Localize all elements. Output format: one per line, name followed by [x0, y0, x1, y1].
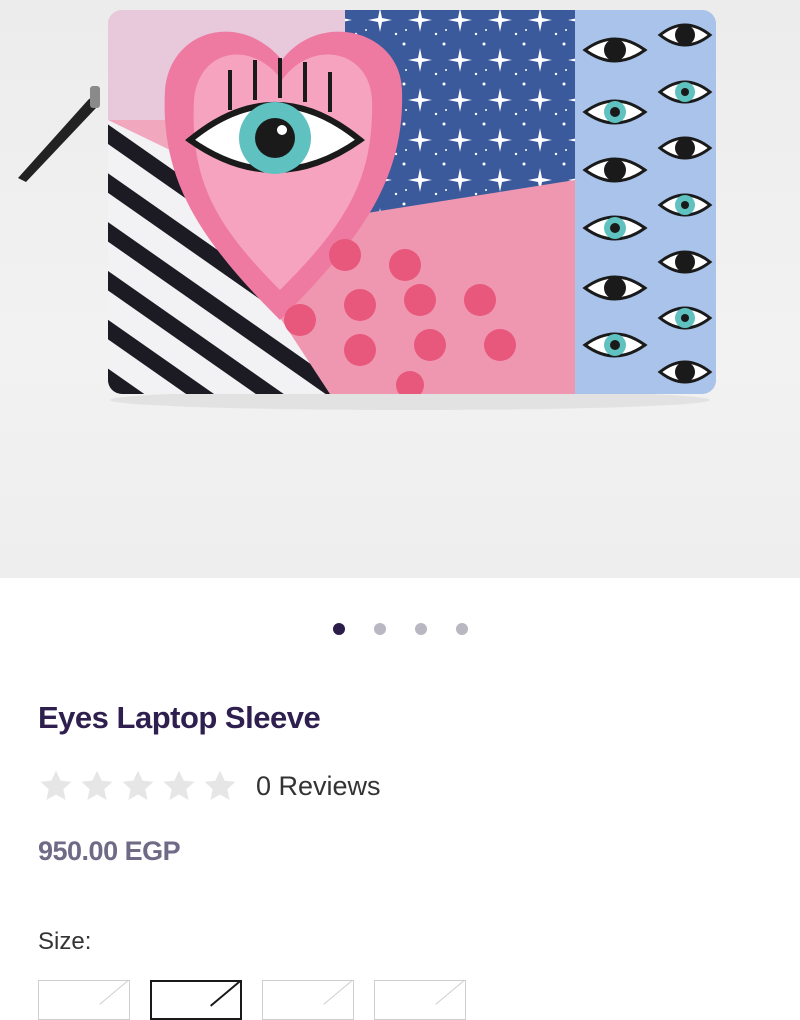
- size-option-4[interactable]: [374, 980, 466, 1020]
- rating-stars: [38, 768, 238, 804]
- gallery-dot-3[interactable]: [414, 623, 427, 635]
- gallery-pagination: [0, 623, 800, 637]
- star-empty-icon: [122, 770, 154, 800]
- gallery-dot-4[interactable]: [455, 623, 468, 635]
- size-option-3[interactable]: [262, 980, 354, 1020]
- reviews-count-link[interactable]: 0 Reviews: [256, 771, 381, 802]
- star-empty-icon: [163, 770, 195, 800]
- star-empty-icon: [81, 770, 113, 800]
- gallery-dot-2[interactable]: [373, 623, 386, 635]
- product-price: 950.00 EGP: [38, 836, 181, 866]
- size-option-1[interactable]: [38, 980, 130, 1020]
- product-title: Eyes Laptop Sleeve: [38, 700, 321, 735]
- product-image: [18, 10, 716, 410]
- product-rating[interactable]: 0 Reviews: [38, 766, 381, 806]
- size-options: [38, 980, 466, 1020]
- star-empty-icon: [204, 770, 236, 800]
- product-image-gallery[interactable]: [0, 0, 800, 578]
- gallery-dot-1[interactable]: [332, 623, 345, 635]
- size-label: Size:: [38, 928, 92, 955]
- star-empty-icon: [40, 770, 72, 800]
- size-option-2[interactable]: [150, 980, 242, 1020]
